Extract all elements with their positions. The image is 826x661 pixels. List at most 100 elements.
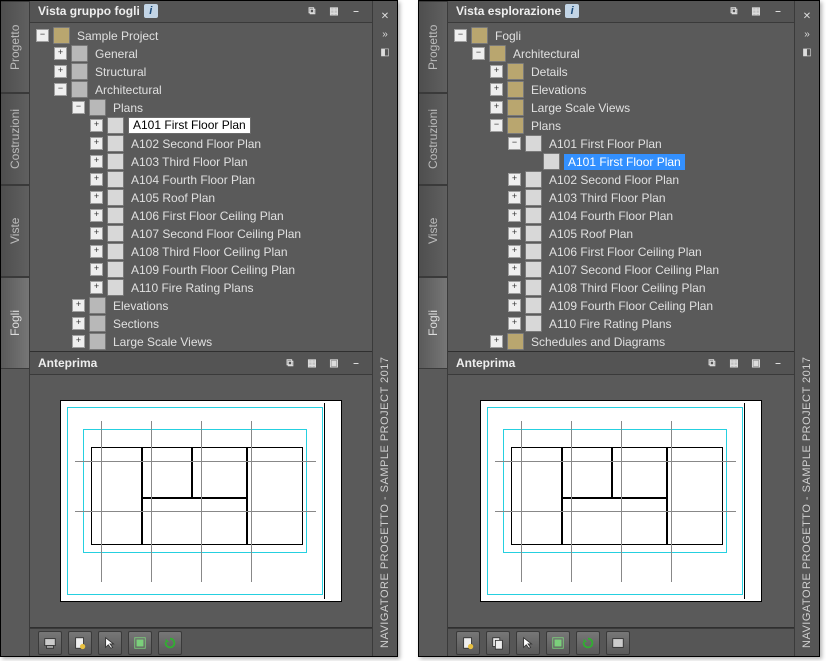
tree-item-elevations[interactable]: Elevations bbox=[528, 81, 589, 99]
tree-item-a106[interactable]: A106 First Floor Ceiling Plan bbox=[546, 243, 705, 261]
tab-viste[interactable]: Viste bbox=[419, 185, 447, 277]
tree-item-a106[interactable]: A106 First Floor Ceiling Plan bbox=[128, 207, 287, 225]
tab-viste[interactable]: Viste bbox=[1, 185, 29, 277]
tree-root[interactable]: Sample Project bbox=[74, 27, 161, 45]
tab-progetto[interactable]: Progetto bbox=[1, 1, 29, 93]
close-btn[interactable]: ✕ bbox=[377, 8, 393, 24]
tree-item-a109[interactable]: A109 Fourth Floor Ceiling Plan bbox=[546, 297, 716, 315]
publish-btn[interactable] bbox=[38, 631, 62, 655]
tree-item-a108[interactable]: A108 Third Floor Ceiling Plan bbox=[546, 279, 709, 297]
tree-item-a104[interactable]: A104 Fourth Floor Plan bbox=[546, 207, 676, 225]
tree-item-details[interactable]: Details bbox=[528, 63, 571, 81]
config-btn-1[interactable]: ⧉ bbox=[302, 2, 322, 20]
layout-btn[interactable] bbox=[128, 631, 152, 655]
tab-progetto[interactable]: Progetto bbox=[419, 1, 447, 93]
tree-body[interactable]: − Fogli − Architectural + Details + Elevatio… bbox=[448, 23, 794, 352]
drawing-preview[interactable] bbox=[60, 400, 342, 602]
preview-cfg-3[interactable]: ▣ bbox=[324, 354, 344, 372]
expand-toggle[interactable]: + bbox=[508, 227, 521, 240]
tree-item-lsv[interactable]: Large Scale Views bbox=[110, 333, 215, 351]
expand-toggle[interactable]: + bbox=[90, 173, 103, 186]
tree-item-general[interactable]: General bbox=[92, 45, 141, 63]
new-btn[interactable] bbox=[68, 631, 92, 655]
expand-toggle[interactable]: + bbox=[72, 299, 85, 312]
expand-toggle[interactable]: + bbox=[90, 245, 103, 258]
expand-toggle[interactable]: + bbox=[508, 209, 521, 222]
expand-toggle[interactable]: + bbox=[90, 227, 103, 240]
drawing-preview[interactable] bbox=[480, 400, 762, 602]
tab-fogli[interactable]: Fogli bbox=[419, 277, 447, 369]
expand-toggle[interactable]: + bbox=[508, 281, 521, 294]
collapse-btn[interactable]: » bbox=[799, 26, 815, 42]
tree-root[interactable]: Fogli bbox=[492, 27, 524, 45]
pin-btn[interactable]: ◧ bbox=[377, 44, 393, 60]
expand-toggle[interactable]: + bbox=[72, 317, 85, 330]
expand-toggle[interactable]: + bbox=[508, 317, 521, 330]
preview-cfg-1[interactable]: ⧉ bbox=[702, 354, 722, 372]
tree-item-a102[interactable]: A102 Second Floor Plan bbox=[546, 171, 682, 189]
expand-toggle[interactable]: − bbox=[454, 29, 467, 42]
select-btn[interactable] bbox=[98, 631, 122, 655]
tree-item-architectural[interactable]: Architectural bbox=[92, 81, 165, 99]
preview-minimize[interactable]: – bbox=[768, 354, 788, 372]
config-btn-2[interactable]: ▦ bbox=[746, 2, 766, 20]
close-btn[interactable]: ✕ bbox=[799, 8, 815, 24]
tree-item-sections[interactable]: Sections bbox=[528, 351, 580, 352]
tree-item-sections[interactable]: Sections bbox=[110, 315, 162, 333]
tree-body[interactable]: −Sample Project +General +Structural −Ar… bbox=[30, 23, 372, 352]
expand-toggle[interactable]: + bbox=[490, 83, 503, 96]
minimize-btn[interactable]: – bbox=[346, 2, 366, 20]
expand-toggle[interactable]: + bbox=[490, 335, 503, 348]
expand-toggle[interactable]: + bbox=[508, 299, 521, 312]
expand-toggle[interactable]: + bbox=[508, 263, 521, 276]
tree-item-a105[interactable]: A105 Roof Plan bbox=[546, 225, 636, 243]
tree-item-a105[interactable]: A105 Roof Plan bbox=[128, 189, 218, 207]
expand-toggle[interactable]: − bbox=[490, 119, 503, 132]
tree-item-a103[interactable]: A103 Third Floor Plan bbox=[546, 189, 669, 207]
tree-item-schedules[interactable]: Schedules and Diagrams bbox=[528, 333, 668, 351]
refresh-btn[interactable] bbox=[158, 631, 182, 655]
preview-cfg-3[interactable]: ▣ bbox=[746, 354, 766, 372]
expand-toggle[interactable]: + bbox=[90, 155, 103, 168]
expand-toggle[interactable]: + bbox=[90, 119, 103, 132]
expand-toggle[interactable]: + bbox=[490, 101, 503, 114]
expand-toggle[interactable]: + bbox=[54, 65, 67, 78]
tree-item-a107[interactable]: A107 Second Floor Ceiling Plan bbox=[546, 261, 722, 279]
preview-minimize[interactable]: – bbox=[346, 354, 366, 372]
expand-toggle[interactable]: + bbox=[508, 173, 521, 186]
config-btn-2[interactable]: ▦ bbox=[324, 2, 344, 20]
preview-cfg-1[interactable]: ⧉ bbox=[280, 354, 300, 372]
tree-item-a102[interactable]: A102 Second Floor Plan bbox=[128, 135, 264, 153]
tree-item-a101[interactable]: A101 First Floor Plan bbox=[546, 135, 665, 153]
expand-toggle[interactable]: + bbox=[90, 281, 103, 294]
tree-item-elevations[interactable]: Elevations bbox=[110, 297, 171, 315]
tab-costruzioni[interactable]: Costruzioni bbox=[419, 93, 447, 185]
tree-item-lsv[interactable]: Large Scale Views bbox=[528, 99, 633, 117]
select-btn[interactable] bbox=[516, 631, 540, 655]
copy-btn[interactable] bbox=[486, 631, 510, 655]
tree-item-details[interactable]: Details bbox=[110, 351, 153, 352]
expand-toggle[interactable]: − bbox=[36, 29, 49, 42]
expand-toggle[interactable]: + bbox=[90, 209, 103, 222]
expand-toggle[interactable]: + bbox=[90, 191, 103, 204]
expand-toggle[interactable]: + bbox=[90, 263, 103, 276]
refresh-btn[interactable] bbox=[576, 631, 600, 655]
tree-item-a107[interactable]: A107 Second Floor Ceiling Plan bbox=[128, 225, 304, 243]
tree-item-structural[interactable]: Structural bbox=[92, 63, 149, 81]
new-btn[interactable] bbox=[456, 631, 480, 655]
tree-item-a104[interactable]: A104 Fourth Floor Plan bbox=[128, 171, 258, 189]
tab-fogli[interactable]: Fogli bbox=[1, 277, 29, 369]
expand-toggle[interactable]: + bbox=[508, 245, 521, 258]
tree-item-a110[interactable]: A110 Fire Rating Plans bbox=[546, 315, 675, 333]
expand-toggle[interactable]: − bbox=[508, 137, 521, 150]
tab-costruzioni[interactable]: Costruzioni bbox=[1, 93, 29, 185]
preview-cfg-2[interactable]: ▦ bbox=[724, 354, 744, 372]
tree-item-a103[interactable]: A103 Third Floor Plan bbox=[128, 153, 251, 171]
config-btn-1[interactable]: ⧉ bbox=[724, 2, 744, 20]
tree-item-architectural[interactable]: Architectural bbox=[510, 45, 583, 63]
layout-btn[interactable] bbox=[546, 631, 570, 655]
expand-toggle[interactable]: + bbox=[72, 335, 85, 348]
tree-item-plans[interactable]: Plans bbox=[528, 117, 564, 135]
preview-cfg-2[interactable]: ▦ bbox=[302, 354, 322, 372]
info-icon[interactable]: i bbox=[144, 4, 158, 18]
